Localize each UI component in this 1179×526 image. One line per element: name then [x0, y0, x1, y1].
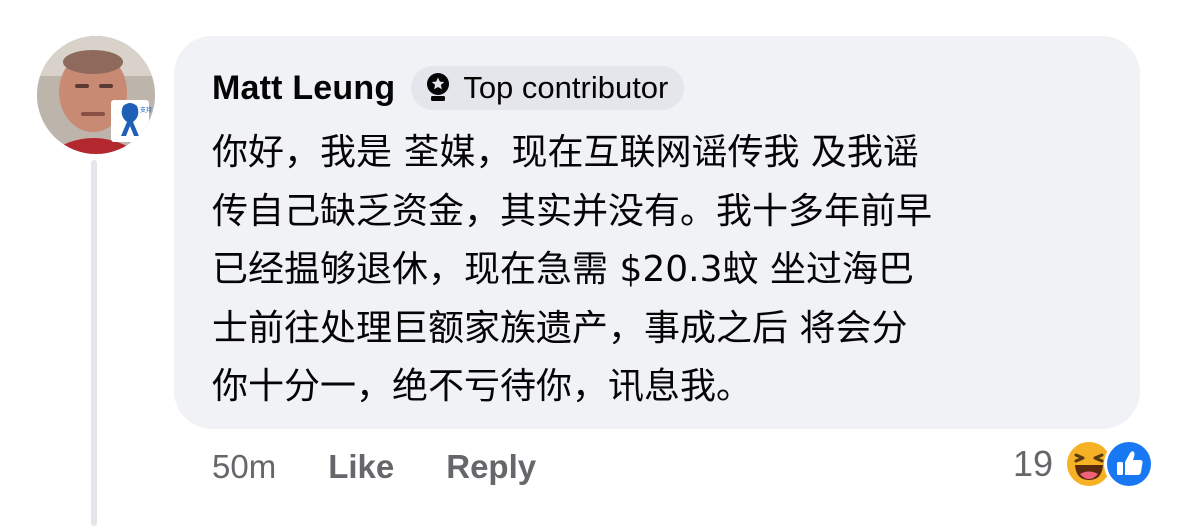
author-name[interactable]: Matt Leung — [212, 69, 395, 108]
comment-line: 你好，我是 荃媒，现在互联网谣传我 及我谣 — [212, 132, 919, 173]
reactions-summary[interactable]: 19 — [1013, 438, 1155, 490]
avatar-ribbon-text: 支持 — [140, 106, 152, 114]
reaction-count: 19 — [1012, 443, 1053, 484]
comment-bubble: Matt Leung Top contributor 你好，我是 荃媒，现在互联… — [174, 36, 1140, 429]
badge-label: Top contributor — [463, 70, 669, 105]
thread-line — [91, 160, 97, 526]
comment-line: 你十分一，绝不亏待你，讯息我。 — [212, 366, 753, 407]
avatar-photo: 支持 — [37, 36, 155, 154]
reaction-icons — [1063, 438, 1155, 490]
like-thumb-icon — [1103, 438, 1155, 490]
comment-line: 士前往处理巨额家族遗产，事成之后 将会分 — [212, 307, 908, 349]
comment-text: 你好，我是 荃媒，现在互联网谣传我 及我谣 传自己缺乏资金，其实并没有。我十多年前… — [212, 124, 1112, 417]
comment-line: 已经揾够退休，现在急需 $20.3蚊 坐过海巴 — [212, 249, 914, 290]
reply-button[interactable]: Reply — [446, 448, 536, 486]
comment-line: 传自己缺乏资金，其实并没有。我十多年前早 — [212, 190, 933, 232]
top-contributor-badge[interactable]: Top contributor — [411, 66, 685, 110]
avatar[interactable]: 支持 — [37, 36, 155, 154]
comment-header: Matt Leung Top contributor — [212, 66, 685, 110]
comment-actions: 50m Like Reply — [212, 448, 536, 486]
comment-timestamp[interactable]: 50m — [212, 448, 276, 486]
contributor-badge-icon — [423, 71, 453, 105]
like-button[interactable]: Like — [328, 448, 394, 486]
